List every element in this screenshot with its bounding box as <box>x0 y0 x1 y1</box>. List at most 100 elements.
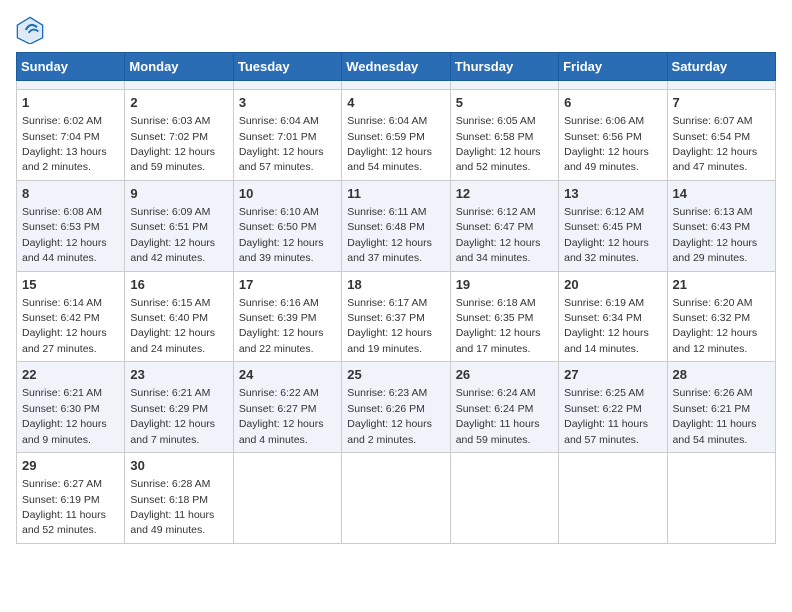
calendar-cell: 1 Sunrise: 6:02 AMSunset: 7:04 PMDayligh… <box>17 90 125 181</box>
calendar-cell <box>667 81 775 90</box>
day-info: Sunrise: 6:27 AMSunset: 6:19 PMDaylight:… <box>22 478 106 536</box>
logo-icon <box>16 16 44 44</box>
day-info: Sunrise: 6:15 AMSunset: 6:40 PMDaylight:… <box>130 297 215 355</box>
day-info: Sunrise: 6:05 AMSunset: 6:58 PMDaylight:… <box>456 115 541 173</box>
day-info: Sunrise: 6:28 AMSunset: 6:18 PMDaylight:… <box>130 478 214 536</box>
day-info: Sunrise: 6:09 AMSunset: 6:51 PMDaylight:… <box>130 206 215 264</box>
day-info: Sunrise: 6:12 AMSunset: 6:47 PMDaylight:… <box>456 206 541 264</box>
day-info: Sunrise: 6:26 AMSunset: 6:21 PMDaylight:… <box>673 387 757 445</box>
calendar-cell: 17 Sunrise: 6:16 AMSunset: 6:39 PMDaylig… <box>233 271 341 362</box>
calendar-cell <box>667 453 775 544</box>
day-number: 26 <box>456 366 553 384</box>
calendar-week-4: 22 Sunrise: 6:21 AMSunset: 6:30 PMDaylig… <box>17 362 776 453</box>
day-number: 16 <box>130 276 227 294</box>
day-info: Sunrise: 6:06 AMSunset: 6:56 PMDaylight:… <box>564 115 649 173</box>
day-number: 27 <box>564 366 661 384</box>
day-number: 10 <box>239 185 336 203</box>
calendar-cell: 26 Sunrise: 6:24 AMSunset: 6:24 PMDaylig… <box>450 362 558 453</box>
day-number: 13 <box>564 185 661 203</box>
day-number: 8 <box>22 185 119 203</box>
day-number: 7 <box>673 94 770 112</box>
calendar-week-5: 29 Sunrise: 6:27 AMSunset: 6:19 PMDaylig… <box>17 453 776 544</box>
calendar-cell: 10 Sunrise: 6:10 AMSunset: 6:50 PMDaylig… <box>233 180 341 271</box>
day-info: Sunrise: 6:11 AMSunset: 6:48 PMDaylight:… <box>347 206 432 264</box>
calendar-cell <box>450 453 558 544</box>
calendar-cell: 28 Sunrise: 6:26 AMSunset: 6:21 PMDaylig… <box>667 362 775 453</box>
day-info: Sunrise: 6:10 AMSunset: 6:50 PMDaylight:… <box>239 206 324 264</box>
day-number: 15 <box>22 276 119 294</box>
calendar-week-0 <box>17 81 776 90</box>
calendar-cell: 12 Sunrise: 6:12 AMSunset: 6:47 PMDaylig… <box>450 180 558 271</box>
day-info: Sunrise: 6:22 AMSunset: 6:27 PMDaylight:… <box>239 387 324 445</box>
calendar-cell <box>450 81 558 90</box>
day-info: Sunrise: 6:25 AMSunset: 6:22 PMDaylight:… <box>564 387 648 445</box>
day-number: 19 <box>456 276 553 294</box>
calendar-cell <box>233 453 341 544</box>
calendar-cell: 21 Sunrise: 6:20 AMSunset: 6:32 PMDaylig… <box>667 271 775 362</box>
day-number: 5 <box>456 94 553 112</box>
calendar-cell: 6 Sunrise: 6:06 AMSunset: 6:56 PMDayligh… <box>559 90 667 181</box>
day-number: 21 <box>673 276 770 294</box>
day-number: 4 <box>347 94 444 112</box>
day-of-week-row: SundayMondayTuesdayWednesdayThursdayFrid… <box>17 53 776 81</box>
calendar-cell: 27 Sunrise: 6:25 AMSunset: 6:22 PMDaylig… <box>559 362 667 453</box>
calendar-cell: 3 Sunrise: 6:04 AMSunset: 7:01 PMDayligh… <box>233 90 341 181</box>
day-number: 3 <box>239 94 336 112</box>
day-info: Sunrise: 6:07 AMSunset: 6:54 PMDaylight:… <box>673 115 758 173</box>
calendar-cell: 29 Sunrise: 6:27 AMSunset: 6:19 PMDaylig… <box>17 453 125 544</box>
dow-header-wednesday: Wednesday <box>342 53 450 81</box>
day-number: 29 <box>22 457 119 475</box>
day-number: 20 <box>564 276 661 294</box>
dow-header-saturday: Saturday <box>667 53 775 81</box>
calendar-week-3: 15 Sunrise: 6:14 AMSunset: 6:42 PMDaylig… <box>17 271 776 362</box>
calendar-cell: 16 Sunrise: 6:15 AMSunset: 6:40 PMDaylig… <box>125 271 233 362</box>
calendar-cell: 20 Sunrise: 6:19 AMSunset: 6:34 PMDaylig… <box>559 271 667 362</box>
day-number: 11 <box>347 185 444 203</box>
day-number: 9 <box>130 185 227 203</box>
day-info: Sunrise: 6:16 AMSunset: 6:39 PMDaylight:… <box>239 297 324 355</box>
calendar-week-1: 1 Sunrise: 6:02 AMSunset: 7:04 PMDayligh… <box>17 90 776 181</box>
calendar-cell <box>17 81 125 90</box>
day-info: Sunrise: 6:19 AMSunset: 6:34 PMDaylight:… <box>564 297 649 355</box>
day-info: Sunrise: 6:20 AMSunset: 6:32 PMDaylight:… <box>673 297 758 355</box>
day-info: Sunrise: 6:03 AMSunset: 7:02 PMDaylight:… <box>130 115 215 173</box>
calendar-cell <box>559 81 667 90</box>
calendar-table: SundayMondayTuesdayWednesdayThursdayFrid… <box>16 52 776 544</box>
calendar-cell: 24 Sunrise: 6:22 AMSunset: 6:27 PMDaylig… <box>233 362 341 453</box>
calendar-cell: 22 Sunrise: 6:21 AMSunset: 6:30 PMDaylig… <box>17 362 125 453</box>
dow-header-sunday: Sunday <box>17 53 125 81</box>
dow-header-thursday: Thursday <box>450 53 558 81</box>
day-number: 30 <box>130 457 227 475</box>
day-info: Sunrise: 6:18 AMSunset: 6:35 PMDaylight:… <box>456 297 541 355</box>
day-info: Sunrise: 6:04 AMSunset: 7:01 PMDaylight:… <box>239 115 324 173</box>
day-number: 25 <box>347 366 444 384</box>
calendar-week-2: 8 Sunrise: 6:08 AMSunset: 6:53 PMDayligh… <box>17 180 776 271</box>
logo <box>16 16 48 44</box>
calendar-cell: 30 Sunrise: 6:28 AMSunset: 6:18 PMDaylig… <box>125 453 233 544</box>
day-number: 1 <box>22 94 119 112</box>
day-number: 18 <box>347 276 444 294</box>
calendar-cell: 9 Sunrise: 6:09 AMSunset: 6:51 PMDayligh… <box>125 180 233 271</box>
calendar-cell: 2 Sunrise: 6:03 AMSunset: 7:02 PMDayligh… <box>125 90 233 181</box>
day-info: Sunrise: 6:24 AMSunset: 6:24 PMDaylight:… <box>456 387 540 445</box>
day-info: Sunrise: 6:21 AMSunset: 6:30 PMDaylight:… <box>22 387 107 445</box>
calendar-cell: 15 Sunrise: 6:14 AMSunset: 6:42 PMDaylig… <box>17 271 125 362</box>
day-number: 12 <box>456 185 553 203</box>
dow-header-monday: Monday <box>125 53 233 81</box>
calendar-cell: 23 Sunrise: 6:21 AMSunset: 6:29 PMDaylig… <box>125 362 233 453</box>
calendar-cell: 11 Sunrise: 6:11 AMSunset: 6:48 PMDaylig… <box>342 180 450 271</box>
calendar-cell <box>559 453 667 544</box>
day-number: 28 <box>673 366 770 384</box>
calendar-cell <box>342 453 450 544</box>
calendar-cell: 13 Sunrise: 6:12 AMSunset: 6:45 PMDaylig… <box>559 180 667 271</box>
day-number: 2 <box>130 94 227 112</box>
calendar-cell <box>342 81 450 90</box>
calendar-cell: 19 Sunrise: 6:18 AMSunset: 6:35 PMDaylig… <box>450 271 558 362</box>
day-info: Sunrise: 6:13 AMSunset: 6:43 PMDaylight:… <box>673 206 758 264</box>
day-number: 22 <box>22 366 119 384</box>
day-number: 17 <box>239 276 336 294</box>
day-number: 24 <box>239 366 336 384</box>
calendar-cell <box>125 81 233 90</box>
day-number: 6 <box>564 94 661 112</box>
day-info: Sunrise: 6:12 AMSunset: 6:45 PMDaylight:… <box>564 206 649 264</box>
